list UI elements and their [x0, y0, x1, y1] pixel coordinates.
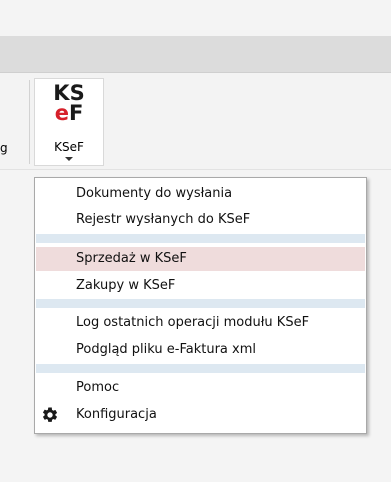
ribbon-tab-strip	[0, 36, 391, 73]
ksef-logo-icon: KS eF	[35, 81, 103, 125]
menu-item-label: Rejestr wysłanych do KSeF	[76, 212, 251, 227]
menu-item-label: Konfiguracja	[76, 407, 157, 422]
ksef-logo-f: F	[68, 101, 84, 125]
menu-item-label: Log ostatnich operacji modułu KSeF	[76, 315, 310, 330]
menu-item-label: Zakupy w KSeF	[76, 278, 176, 293]
gear-icon	[42, 407, 58, 422]
title-bar-area	[0, 0, 391, 36]
ksef-dropdown-button[interactable]: KS eF KSeF	[34, 78, 104, 166]
menu-separator	[36, 299, 365, 308]
dropdown-arrow-icon	[65, 157, 73, 161]
ksef-logo-line1: KS	[53, 81, 85, 105]
menu-separator	[36, 364, 365, 373]
menu-item-label: Podgląd pliku e-Faktura xml	[76, 342, 256, 357]
menu-item-pomoc[interactable]: Pomoc	[36, 376, 365, 400]
menu-item-label: Dokumenty do wysłania	[76, 186, 233, 201]
menu-item-zakupy-w-ksef[interactable]: Zakupy w KSeF	[36, 274, 365, 298]
menu-item-podglad-e-faktura[interactable]: Podgląd pliku e-Faktura xml	[36, 338, 365, 362]
menu-item-sprzedaz-w-ksef[interactable]: Sprzedaż w KSeF	[36, 247, 365, 271]
menu-item-dokumenty-do-wyslania[interactable]: Dokumenty do wysłania	[36, 182, 365, 206]
menu-item-konfiguracja[interactable]: Konfiguracja	[36, 403, 365, 427]
ksef-button-label: KSeF	[54, 140, 84, 154]
menu-item-label: Pomoc	[76, 380, 120, 395]
menu-separator	[36, 234, 365, 243]
menu-item-label: Sprzedaż w KSeF	[76, 251, 187, 266]
ribbon-group-divider	[29, 80, 30, 164]
ksef-dropdown-menu: Dokumenty do wysłania Rejestr wysłanych …	[34, 177, 367, 434]
ksef-logo-line2: eF	[35, 101, 103, 125]
menu-item-rejestr-wyslanych[interactable]: Rejestr wysłanych do KSeF	[36, 208, 365, 232]
ribbon-truncated-label: g	[0, 141, 8, 155]
ksef-logo-e: e	[54, 101, 69, 125]
menu-item-log-operacji[interactable]: Log ostatnich operacji modułu KSeF	[36, 311, 365, 335]
